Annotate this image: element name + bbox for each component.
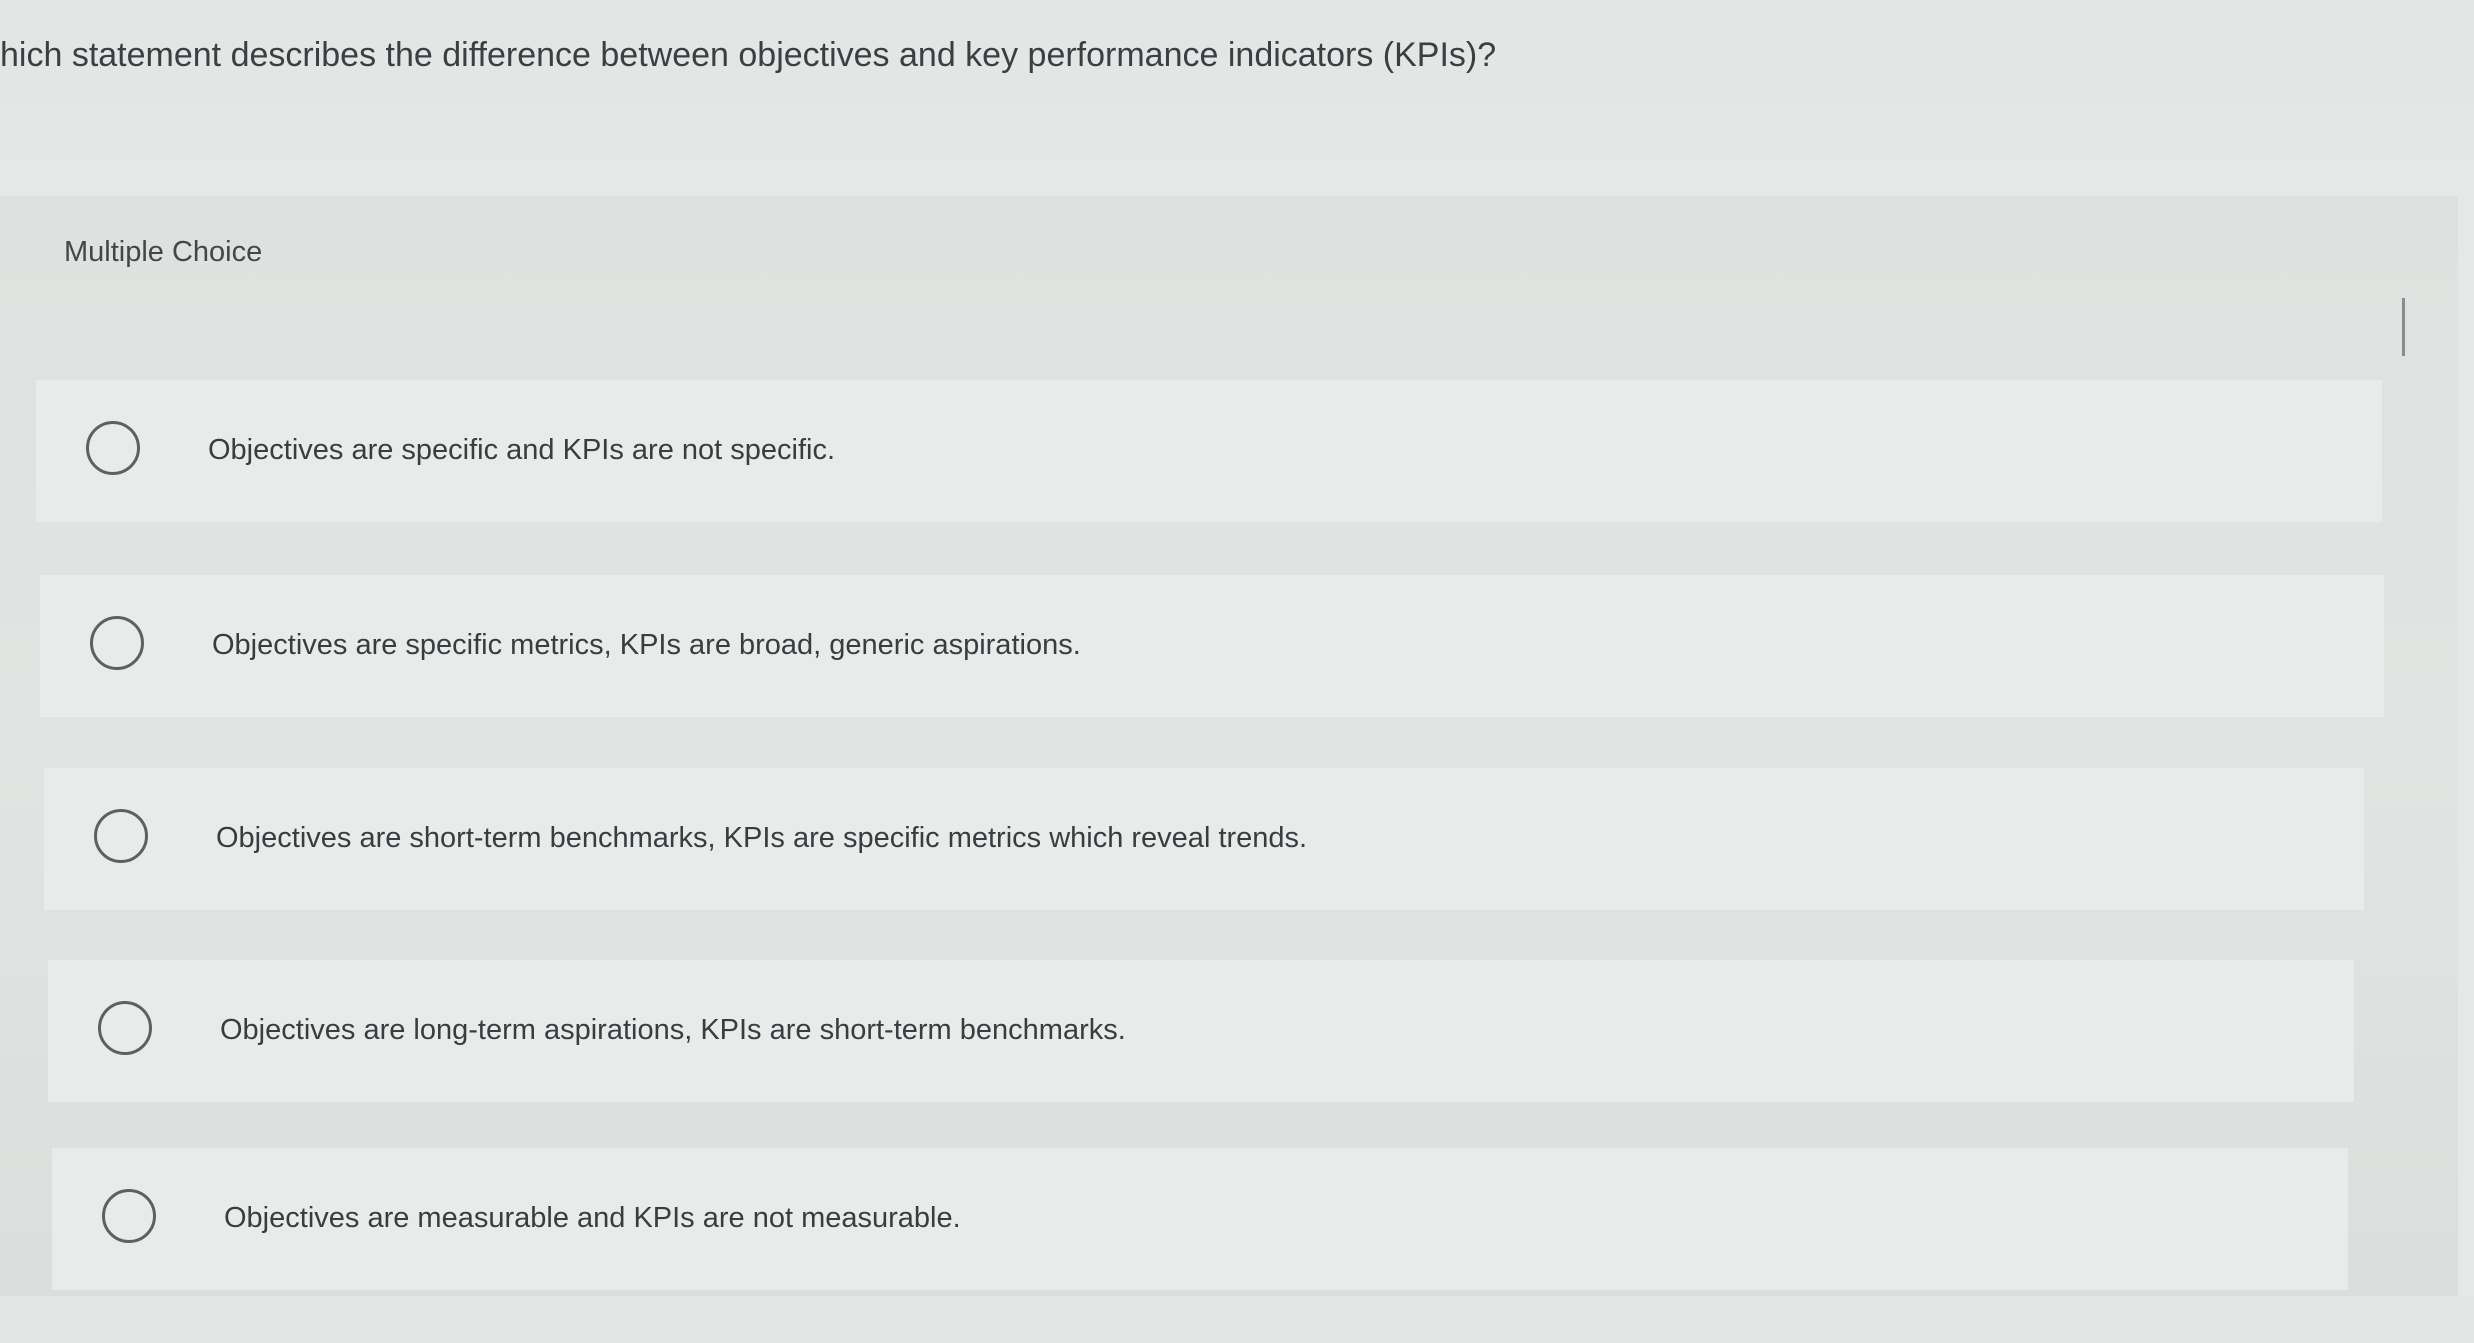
scrollbar-thumb[interactable]	[2402, 298, 2405, 356]
answer-option-1[interactable]: Objectives are specific and KPIs are not…	[36, 380, 2382, 522]
answer-option-2[interactable]: Objectives are specific metrics, KPIs ar…	[40, 575, 2384, 717]
answer-option-3[interactable]: Objectives are short-term benchmarks, KP…	[44, 768, 2364, 910]
question-text: hich statement describes the difference …	[0, 36, 1497, 74]
radio-unchecked-icon[interactable]	[94, 809, 148, 863]
question-header: hich statement describes the difference …	[0, 0, 2474, 196]
answer-option-label: Objectives are measurable and KPIs are n…	[224, 1202, 961, 1234]
page-footer-area	[0, 1296, 2474, 1343]
answer-option-5[interactable]: Objectives are measurable and KPIs are n…	[52, 1148, 2348, 1290]
radio-unchecked-icon[interactable]	[102, 1189, 156, 1243]
radio-unchecked-icon[interactable]	[86, 421, 140, 475]
radio-unchecked-icon[interactable]	[98, 1001, 152, 1055]
answer-panel	[0, 196, 2458, 1296]
answer-option-label: Objectives are specific and KPIs are not…	[208, 434, 836, 466]
answer-option-label: Objectives are long-term aspirations, KP…	[220, 1014, 1126, 1046]
answer-option-4[interactable]: Objectives are long-term aspirations, KP…	[48, 960, 2354, 1102]
question-type-label: Multiple Choice	[64, 236, 263, 268]
radio-unchecked-icon[interactable]	[90, 616, 144, 670]
answer-option-label: Objectives are short-term benchmarks, KP…	[216, 822, 1308, 854]
answer-option-label: Objectives are specific metrics, KPIs ar…	[212, 629, 1081, 661]
